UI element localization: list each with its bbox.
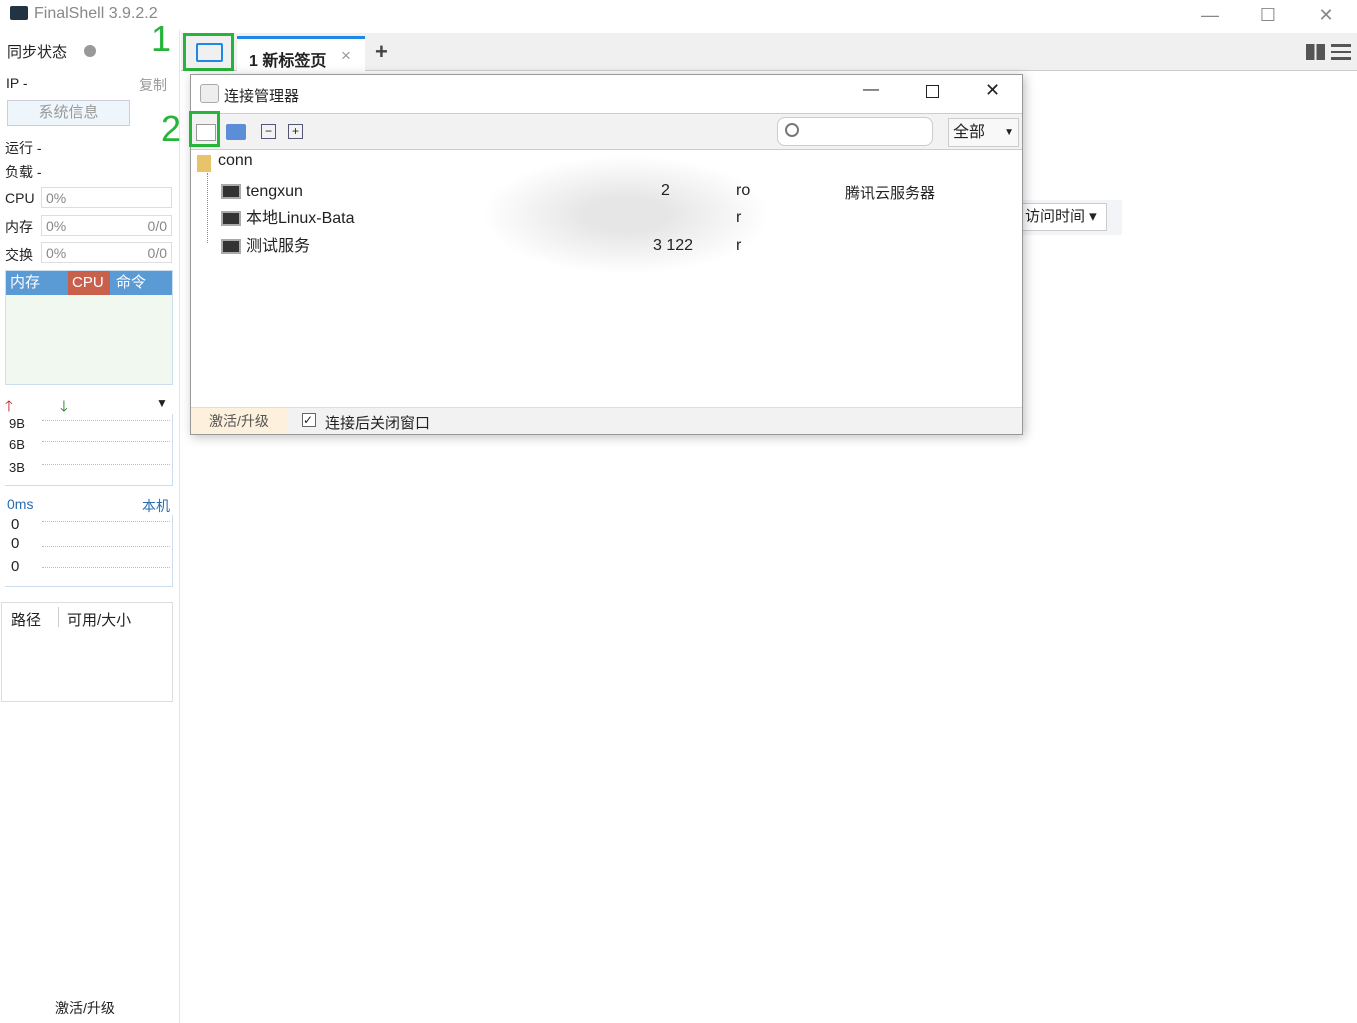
- host-link[interactable]: 本机: [142, 496, 170, 516]
- ip-label: IP -: [6, 75, 28, 91]
- sync-status-label: 同步状态: [7, 44, 68, 61]
- tab-label: 1 新标签页: [249, 53, 327, 70]
- search-icon: [785, 123, 799, 137]
- new-folder-icon[interactable]: [226, 124, 246, 140]
- disk-table: 路径 可用/大小: [1, 602, 173, 702]
- copy-button[interactable]: 复制: [139, 75, 167, 95]
- java-icon: [200, 84, 219, 103]
- close-button[interactable]: ✕: [1306, 3, 1346, 27]
- dialog-footer: 激活/升级 ✓ 连接后关闭窗口: [191, 407, 1022, 434]
- connection-row[interactable]: tengxun: [221, 179, 303, 205]
- tick: 0: [11, 535, 20, 552]
- search-input[interactable]: [777, 117, 933, 146]
- system-info-button[interactable]: 系统信息: [7, 100, 130, 126]
- grid-view-icon[interactable]: [1306, 44, 1325, 60]
- folder-open-icon: [196, 43, 223, 62]
- folder-icon: [197, 155, 211, 172]
- dialog-toolbar: − + 全部 ▼: [191, 113, 1022, 150]
- dialog-minimize-button[interactable]: —: [863, 81, 893, 99]
- tick: 0: [11, 516, 20, 533]
- dialog-title: 连接管理器: [224, 88, 300, 105]
- folder-conn[interactable]: conn: [218, 152, 253, 170]
- network-dropdown-icon[interactable]: ▼: [156, 396, 168, 410]
- port: 2: [661, 182, 670, 199]
- expand-all-icon[interactable]: +: [288, 124, 303, 139]
- redaction-smudge: [481, 155, 771, 275]
- tick: 9B: [9, 416, 25, 431]
- note: 腾讯云服务器: [845, 185, 936, 202]
- dialog-close-button[interactable]: ✕: [985, 80, 1000, 101]
- app-title: FinalShell 3.9.2.2: [34, 5, 158, 22]
- latency-chart: 0 0 0: [5, 515, 173, 587]
- close-after-connect-label: 连接后关闭窗口: [325, 415, 431, 432]
- filter-dropdown[interactable]: 全部 ▼: [948, 118, 1019, 147]
- tab-new[interactable]: 1 新标签页 ×: [237, 36, 365, 71]
- tick: 3B: [9, 460, 25, 475]
- tab-memory[interactable]: 内存: [6, 271, 68, 295]
- new-connection-highlight: [189, 111, 220, 147]
- title-bar: FinalShell 3.9.2.2 — ☐ ✕: [0, 0, 1357, 30]
- user: ro: [736, 182, 751, 199]
- open-connection-manager-button[interactable]: [183, 33, 234, 71]
- activate-button[interactable]: 激活/升级: [191, 408, 287, 434]
- cpu-usage: 0%: [41, 187, 172, 208]
- minimize-button[interactable]: —: [1190, 3, 1230, 27]
- add-tab-button[interactable]: +: [375, 39, 388, 65]
- activate-link[interactable]: 激活/升级: [55, 998, 115, 1018]
- tab-command[interactable]: 命令: [110, 271, 146, 295]
- swap-label: 交换: [5, 247, 33, 263]
- column-size[interactable]: 可用/大小: [67, 609, 131, 630]
- maximize-button[interactable]: ☐: [1248, 3, 1288, 27]
- swap-usage: 0% 0/0: [41, 242, 172, 263]
- connection-row[interactable]: 测试服务: [221, 234, 310, 260]
- tab-close-icon[interactable]: ×: [341, 46, 351, 66]
- connection-row[interactable]: 本地Linux-Bata: [221, 206, 355, 232]
- menu-icon[interactable]: [1331, 44, 1351, 60]
- annotation-1: 1: [151, 18, 172, 59]
- collapse-all-icon[interactable]: −: [261, 124, 276, 139]
- dialog-maximize-button[interactable]: [926, 85, 939, 98]
- user: r: [736, 209, 742, 226]
- user: r: [736, 237, 742, 254]
- terminal-icon: [221, 184, 241, 200]
- port: 3 122: [653, 237, 694, 254]
- tab-cpu[interactable]: CPU: [68, 271, 110, 295]
- cpu-label: CPU: [5, 190, 35, 206]
- connection-manager-dialog: 连接管理器 — ✕ − + 全部 ▼ conn tengxun 2 ro 腾讯云服…: [190, 74, 1023, 435]
- terminal-icon: [221, 211, 241, 227]
- latency-value: 0ms: [7, 496, 34, 512]
- close-after-connect-checkbox[interactable]: ✓: [302, 413, 316, 427]
- annotation-2: 2: [161, 108, 182, 149]
- app-icon: [10, 6, 28, 20]
- load-label: 负载 -: [5, 164, 42, 180]
- mem-label: 内存: [5, 219, 33, 235]
- monitor-panel: 内存 CPU 命令: [5, 270, 173, 385]
- tick: 0: [11, 558, 20, 575]
- sync-status-dot: [84, 45, 96, 57]
- tick: 6B: [9, 437, 25, 452]
- tab-bar: 1 新标签页 × +: [181, 33, 1357, 71]
- sort-dropdown[interactable]: 访问时间 ▾: [1018, 203, 1107, 231]
- mem-usage: 0% 0/0: [41, 215, 172, 236]
- run-label: 运行 -: [5, 140, 42, 156]
- network-chart: 9B 6B 3B: [5, 414, 173, 486]
- column-path[interactable]: 路径: [11, 609, 41, 630]
- terminal-icon: [221, 239, 241, 255]
